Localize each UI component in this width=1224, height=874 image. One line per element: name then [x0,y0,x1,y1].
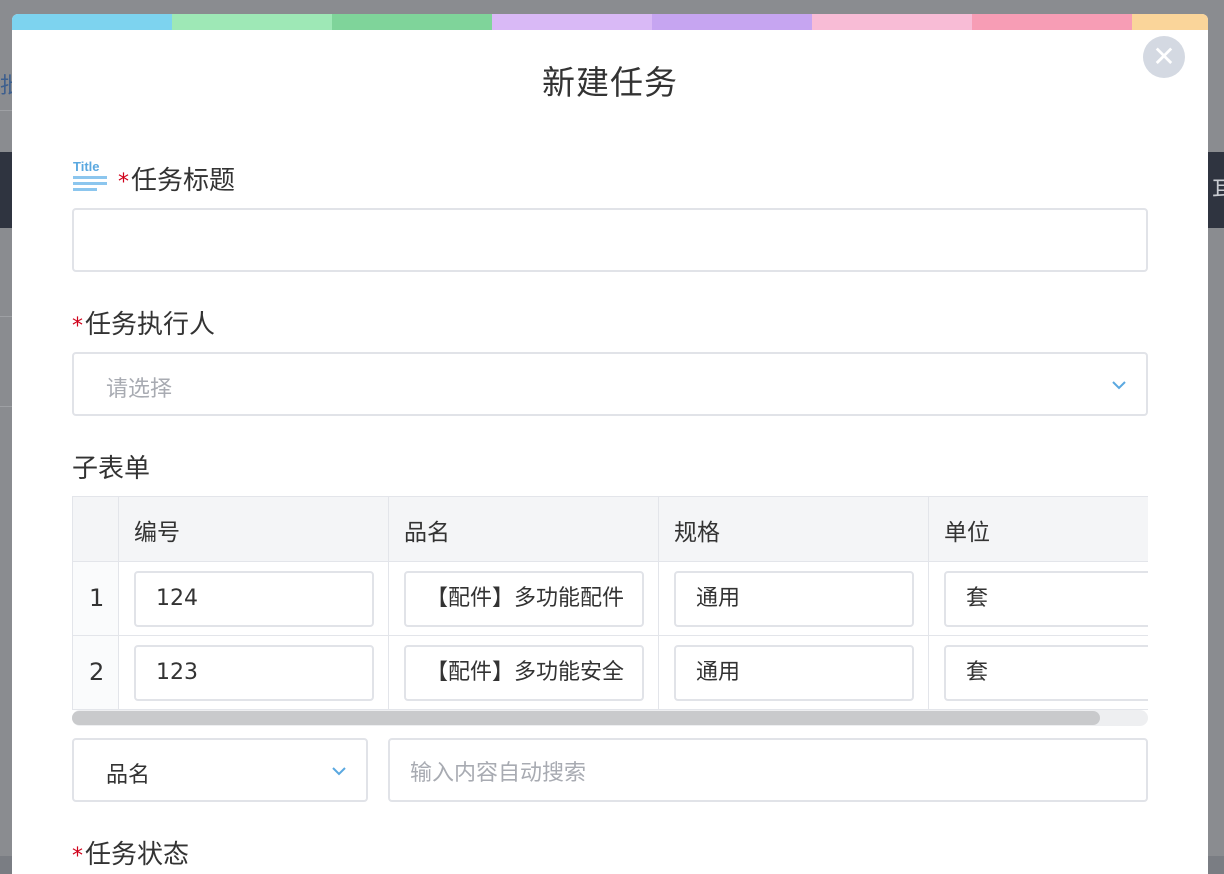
name-input[interactable]: 【配件】多功能配件 [404,571,644,627]
executor-select[interactable]: 请选择 [72,352,1148,416]
rainbow-segment [972,14,1132,30]
spec-input[interactable]: 通用 [674,645,914,701]
task-title-label-text: 任务标题 [131,166,236,196]
rainbow-segment [812,14,972,30]
subform-label: 子表单 [72,454,151,484]
status-label-text: 任务状态 [85,840,190,870]
column-header: 品名 [404,520,450,546]
table-scrollbar-thumb[interactable] [72,711,1100,725]
title-icon-text: Title [73,159,100,174]
column-header: 单位 [944,520,990,546]
executor-label-text: 任务执行人 [85,310,216,340]
column-header: 编号 [134,520,180,546]
background-divider [0,110,12,111]
row-index: 2 [89,658,105,686]
spec-input[interactable]: 通用 [674,571,914,627]
new-task-modal: ✕ 新建任务 Title *任务标题 *任务执行人 请选择 子表单 编号 品名 … [12,14,1208,874]
table-header-unit: 单位 [929,496,1148,562]
table-cell: 123 [119,636,389,710]
executor-placeholder: 请选择 [106,377,173,402]
search-field-select[interactable]: 品名 [72,738,368,802]
table-header-index [72,496,119,562]
search-placeholder: 输入内容自动搜索 [410,761,587,786]
search-field-select-value: 品名 [106,763,151,788]
task-title-input[interactable] [72,208,1148,272]
executor-label: *任务执行人 [72,304,215,341]
table-cell: 通用 [659,636,929,710]
search-input[interactable]: 输入内容自动搜索 [388,738,1148,802]
rainbow-segment [332,14,492,30]
code-input[interactable]: 124 [134,571,374,627]
unit-input[interactable]: 套 [944,645,1148,701]
background-right-text: 耳 [1212,178,1224,202]
table-header-code: 编号 [119,496,389,562]
table-cell: 124 [119,562,389,636]
status-label: *任务状态 [72,834,189,871]
rainbow-segment [492,14,652,30]
background-divider [0,316,12,317]
background-left-text: 批 [0,74,12,96]
background-divider [0,406,12,407]
table-cell: 套 [929,562,1148,636]
table-cell: 通用 [659,562,929,636]
subform-table: 编号 品名 规格 单位 1 124 【配件】多功能配件 通用 套 2 123 【… [72,496,1148,710]
table-cell: 【配件】多功能配件 [389,562,659,636]
modal-title: 新建任务 [542,63,678,102]
unit-input[interactable]: 套 [944,571,1148,627]
required-mark: * [118,170,129,195]
rainbow-segment [12,14,172,30]
required-mark: * [72,314,83,339]
background-dark-band [0,152,12,228]
task-title-label: *任务标题 [118,160,235,197]
rainbow-segment [652,14,812,30]
rainbow-header-bar [12,14,1208,30]
rainbow-segment [172,14,332,30]
code-input[interactable]: 123 [134,645,374,701]
rainbow-segment [1132,14,1208,30]
table-row: 2 [72,636,119,710]
title-icon: Title [73,159,107,191]
table-cell: 套 [929,636,1148,710]
table-cell: 【配件】多功能安全 [389,636,659,710]
row-index: 1 [89,584,105,612]
table-header-spec: 规格 [659,496,929,562]
chevron-down-icon [1112,381,1126,390]
table-header-name: 品名 [389,496,659,562]
column-header: 规格 [674,520,720,546]
name-input[interactable]: 【配件】多功能安全 [404,645,644,701]
chevron-down-icon [332,767,346,776]
table-row: 1 [72,562,119,636]
required-mark: * [72,844,83,869]
